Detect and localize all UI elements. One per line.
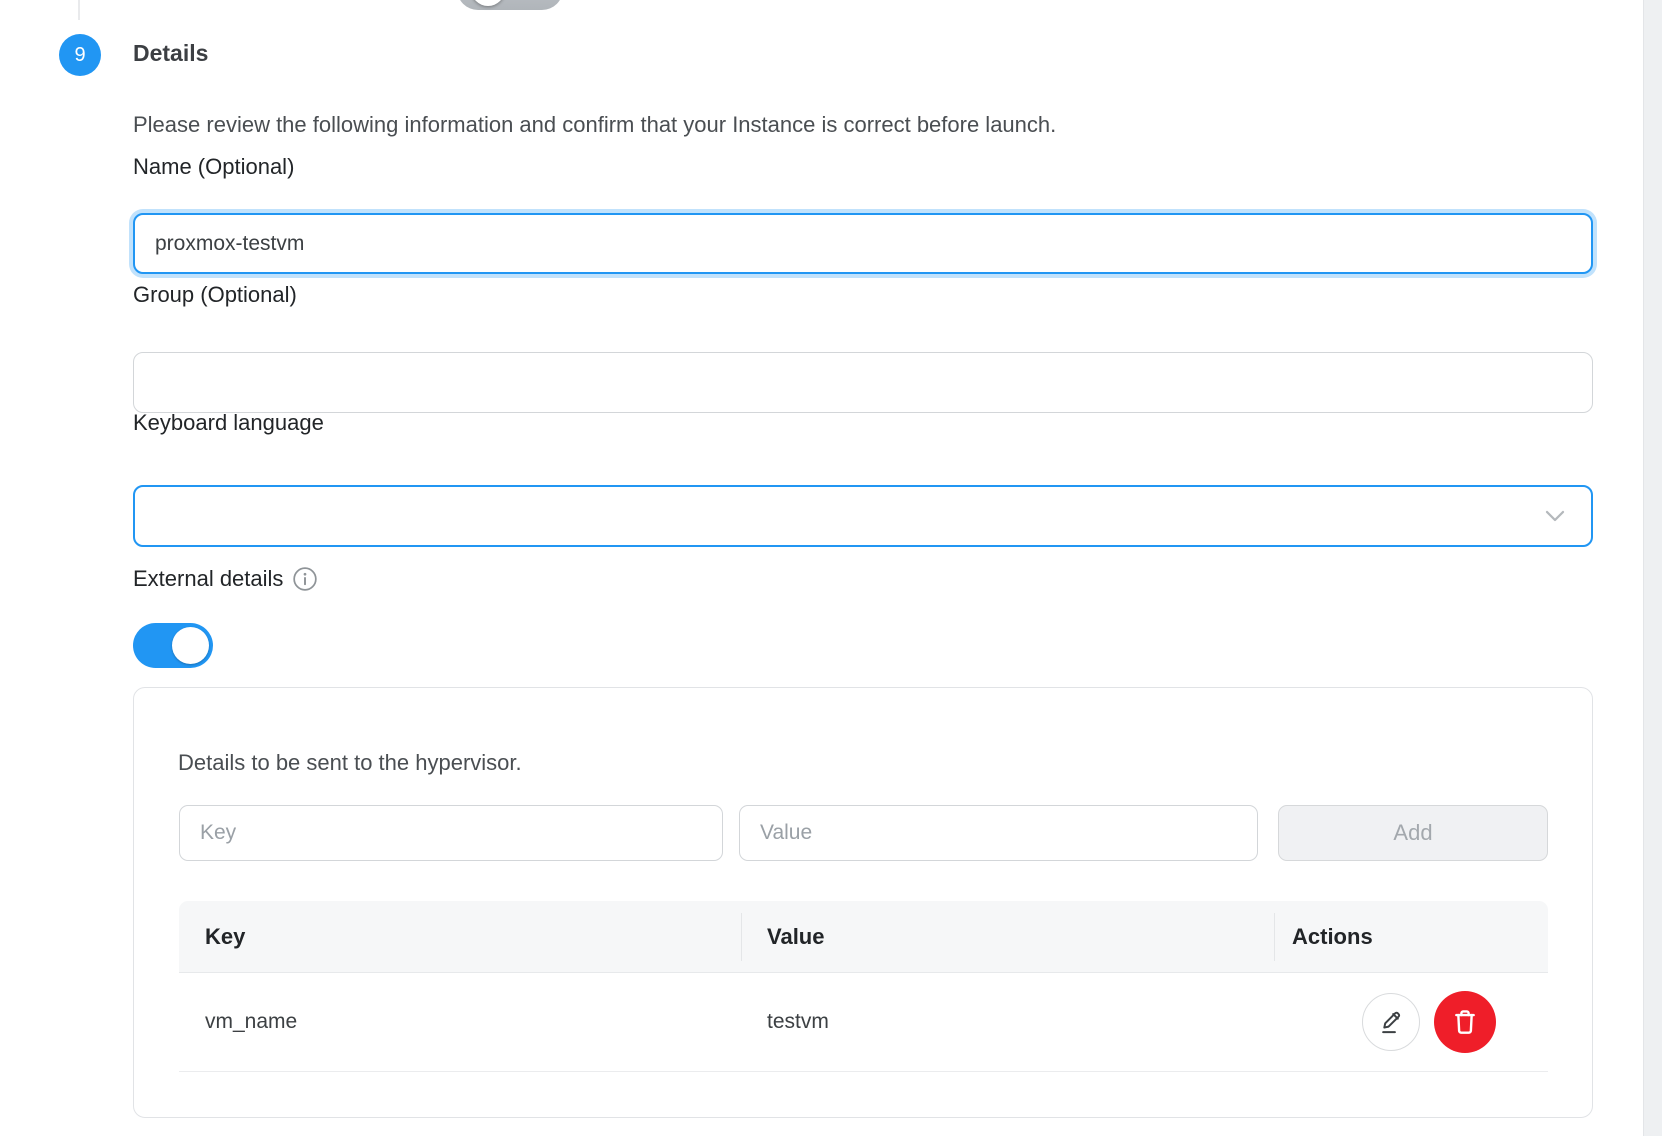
step-connector-line	[78, 0, 80, 20]
hypervisor-details-table: Key Value Actions vm_name testvm	[179, 901, 1548, 1072]
step-title: Details	[133, 40, 208, 67]
table-header-value: Value	[741, 924, 1274, 950]
step-number: 9	[74, 44, 85, 67]
info-icon[interactable]	[292, 566, 318, 592]
pencil-icon	[1376, 1007, 1406, 1037]
step-number-badge: 9	[59, 34, 101, 76]
toggle-knob	[172, 627, 209, 664]
toggle-knob	[471, 0, 505, 6]
add-button[interactable]: Add	[1278, 805, 1548, 861]
external-details-toggle[interactable]	[133, 623, 213, 668]
table-row: vm_name testvm	[179, 973, 1548, 1072]
group-label: Group (Optional)	[133, 282, 297, 308]
previous-step-toggle-off[interactable]	[457, 0, 563, 10]
name-input[interactable]	[133, 213, 1593, 274]
name-label: Name (Optional)	[133, 154, 294, 180]
external-details-row: External details	[133, 566, 318, 592]
trash-icon	[1449, 1006, 1481, 1038]
table-header-key: Key	[179, 924, 741, 950]
hypervisor-details-panel: Details to be sent to the hypervisor. Ad…	[133, 687, 1593, 1118]
group-input[interactable]	[133, 352, 1593, 413]
value-input[interactable]	[739, 805, 1258, 861]
keyboard-language-select[interactable]	[133, 485, 1593, 547]
chevron-down-icon	[1539, 500, 1571, 532]
row-key-cell: vm_name	[179, 1010, 741, 1034]
delete-row-button[interactable]	[1434, 991, 1496, 1053]
column-divider	[741, 913, 742, 961]
step-description: Please review the following information …	[133, 112, 1056, 138]
details-step-page: 9 Details Please review the following in…	[0, 0, 1662, 1136]
external-details-label: External details	[133, 566, 283, 592]
vertical-scrollbar[interactable]	[1643, 0, 1662, 1136]
hypervisor-panel-description: Details to be sent to the hypervisor.	[178, 750, 522, 776]
row-value-cell: testvm	[741, 1010, 1274, 1034]
edit-row-button[interactable]	[1362, 993, 1420, 1051]
keyboard-language-label: Keyboard language	[133, 410, 324, 436]
column-divider	[1274, 913, 1275, 961]
table-header-row: Key Value Actions	[179, 901, 1548, 973]
row-actions-cell	[1274, 991, 1548, 1053]
table-header-actions: Actions	[1274, 924, 1548, 950]
key-input[interactable]	[179, 805, 723, 861]
